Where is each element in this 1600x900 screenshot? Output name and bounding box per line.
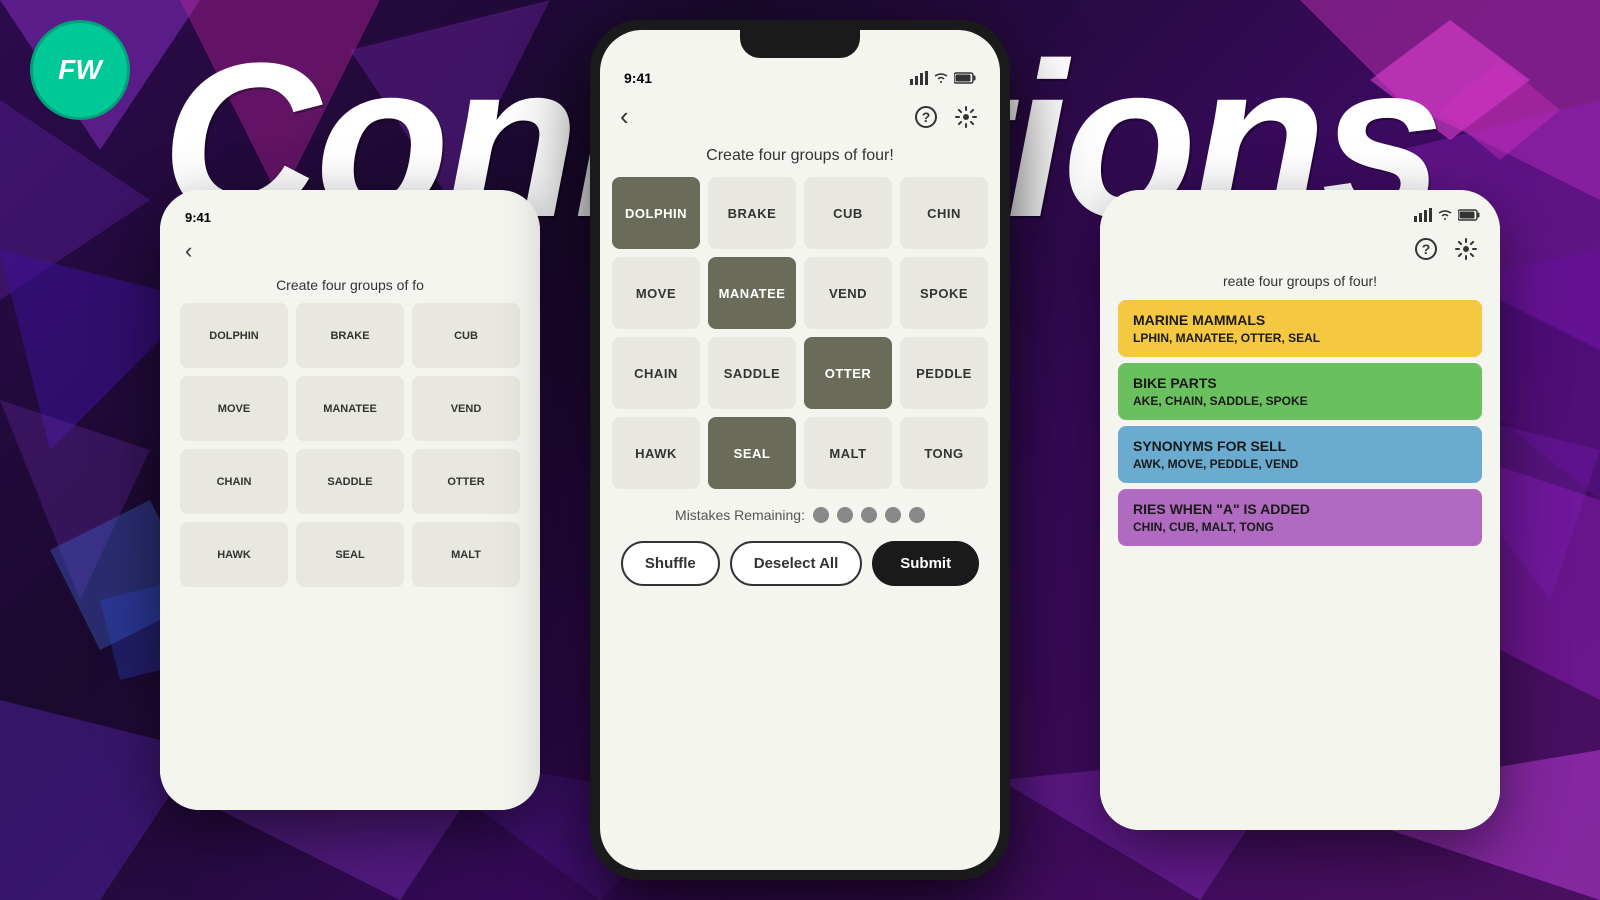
mistake-dot-2 [837, 507, 853, 523]
help-button[interactable]: ? [912, 103, 940, 131]
phone-left-content: 9:41 ‹ Create four groups of fo DOLPHIN … [160, 190, 540, 810]
left-header: ‹ [175, 230, 525, 272]
right-signal-icon [1414, 208, 1432, 222]
word-tile[interactable]: DOLPHIN [612, 177, 700, 249]
bike-group-words: AKE, CHAIN, SADDLE, SPOKE [1133, 394, 1467, 408]
word-tile[interactable]: BRAKE [708, 177, 796, 249]
submit-button[interactable]: Submit [872, 541, 979, 586]
list-item[interactable]: CHAIN [180, 449, 288, 514]
list-item[interactable]: HAWK [180, 522, 288, 587]
answer-group-bike: BIKE PARTS AKE, CHAIN, SADDLE, SPOKE [1118, 363, 1482, 420]
word-tile[interactable]: PEDDLE [900, 337, 988, 409]
left-status-bar: 9:41 [175, 205, 525, 230]
center-word-grid: DOLPHINBRAKECUBCHIN MOVEMANATEEVENDSPOKE C… [600, 177, 1000, 489]
mistake-dot-1 [813, 507, 829, 523]
word-tile[interactable]: TONG [900, 417, 988, 489]
left-time: 9:41 [185, 210, 211, 225]
right-wifi-icon [1437, 209, 1453, 221]
svg-text:?: ? [1422, 241, 1431, 257]
added-group-words: CHIN, CUB, MALT, TONG [1133, 520, 1467, 534]
word-tile[interactable]: MOVE [612, 257, 700, 329]
help-icon: ? [914, 105, 938, 129]
wifi-icon [933, 72, 949, 84]
sell-group-title: SYNONYMS FOR SELL [1133, 438, 1467, 454]
svg-text:?: ? [922, 109, 931, 125]
shuffle-button[interactable]: Shuffle [621, 541, 720, 586]
mistake-dot-3 [861, 507, 877, 523]
left-game-title: Create four groups of fo [175, 272, 525, 298]
list-item[interactable]: BRAKE [296, 303, 404, 368]
phone-notch [740, 30, 860, 58]
list-item[interactable]: CUB [412, 303, 520, 368]
right-status-bar [1110, 200, 1490, 230]
left-word-grid: DOLPHIN BRAKE CUB MOVE MANATEE VEND CHAI… [175, 298, 525, 592]
phones-container: 9:41 ‹ Create four groups of fo DOLPHIN … [0, 0, 1600, 900]
right-help-icon: ? [1414, 237, 1438, 261]
mistake-dot-4 [885, 507, 901, 523]
settings-icon [954, 105, 978, 129]
phone-left: 9:41 ‹ Create four groups of fo DOLPHIN … [160, 190, 540, 810]
list-item[interactable]: MOVE [180, 376, 288, 441]
added-group-title: RIES WHEN "A" IS ADDED [1133, 501, 1467, 517]
right-game-title: reate four groups of four! [1110, 268, 1490, 294]
answer-group-added: RIES WHEN "A" IS ADDED CHIN, CUB, MALT, … [1118, 489, 1482, 546]
list-item[interactable]: MALT [412, 522, 520, 587]
deselect-button[interactable]: Deselect All [730, 541, 863, 586]
center-time: 9:41 [624, 70, 652, 86]
phone-right: ? reate four groups of four! MARINE MAMM… [1100, 190, 1500, 830]
mistakes-row: Mistakes Remaining: [600, 489, 1000, 541]
word-tile[interactable]: OTTER [804, 337, 892, 409]
fw-logo-text: FW [58, 54, 102, 86]
list-item[interactable]: OTTER [412, 449, 520, 514]
word-tile[interactable]: SADDLE [708, 337, 796, 409]
word-tile[interactable]: SEAL [708, 417, 796, 489]
sell-group-words: AWK, MOVE, PEDDLE, VEND [1133, 457, 1467, 471]
word-tile[interactable]: VEND [804, 257, 892, 329]
marine-group-title: MARINE MAMMALS [1133, 312, 1467, 328]
right-settings-icon [1454, 237, 1478, 261]
action-buttons: Shuffle Deselect All Submit [600, 541, 1000, 586]
right-battery-icon [1458, 209, 1480, 221]
right-header: ? [1110, 230, 1490, 268]
mistakes-label: Mistakes Remaining: [675, 507, 805, 523]
word-tile[interactable]: CHIN [900, 177, 988, 249]
phone-right-content: ? reate four groups of four! MARINE MAMM… [1100, 190, 1500, 830]
phone-center-inner: 9:41 [600, 30, 1000, 870]
bike-group-title: BIKE PARTS [1133, 375, 1467, 391]
list-item[interactable]: DOLPHIN [180, 303, 288, 368]
list-item[interactable]: SEAL [296, 522, 404, 587]
center-status-bar: 9:41 [600, 58, 1000, 91]
phone-center: 9:41 [590, 20, 1010, 880]
marine-group-words: LPHIN, MANATEE, OTTER, SEAL [1133, 331, 1467, 345]
answer-group-sell: SYNONYMS FOR SELL AWK, MOVE, PEDDLE, VEN… [1118, 426, 1482, 483]
center-header: ‹ ? [600, 91, 1000, 142]
word-tile[interactable]: SPOKE [900, 257, 988, 329]
list-item[interactable]: MANATEE [296, 376, 404, 441]
settings-button[interactable] [952, 103, 980, 131]
word-tile[interactable]: CHAIN [612, 337, 700, 409]
word-tile[interactable]: MALT [804, 417, 892, 489]
word-tile[interactable]: HAWK [612, 417, 700, 489]
answer-group-marine: MARINE MAMMALS LPHIN, MANATEE, OTTER, SE… [1118, 300, 1482, 357]
mistake-dot-5 [909, 507, 925, 523]
center-status-icons [910, 71, 976, 85]
signal-icon [910, 71, 928, 85]
list-item[interactable]: VEND [412, 376, 520, 441]
center-game-title: Create four groups of four! [600, 142, 1000, 177]
right-settings-button[interactable] [1452, 235, 1480, 263]
right-help-button[interactable]: ? [1412, 235, 1440, 263]
list-item[interactable]: SADDLE [296, 449, 404, 514]
center-back-button[interactable]: ‹ [620, 101, 629, 132]
word-tile[interactable]: CUB [804, 177, 892, 249]
left-back-button[interactable]: ‹ [185, 238, 192, 264]
battery-icon [954, 72, 976, 84]
fw-logo[interactable]: FW [30, 20, 130, 120]
word-tile[interactable]: MANATEE [708, 257, 796, 329]
center-header-icons: ? [912, 103, 980, 131]
